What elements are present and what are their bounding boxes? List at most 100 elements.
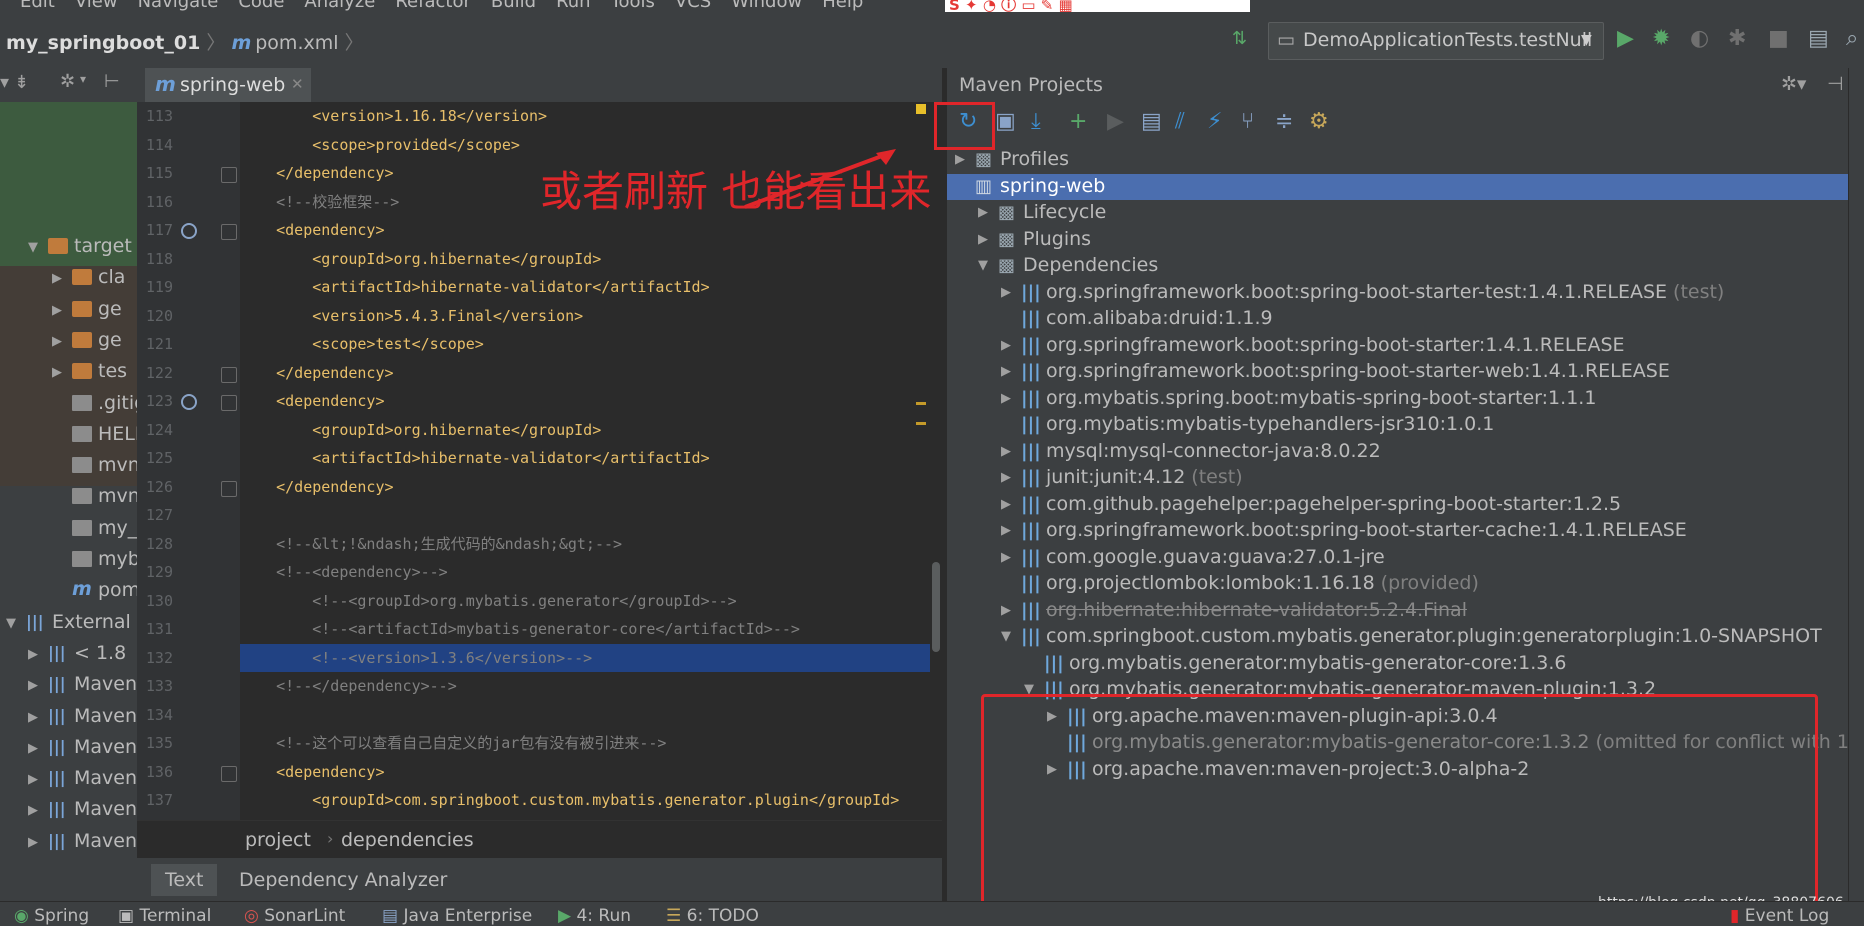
- collapsed-arrow-icon[interactable]: ▶: [1001, 550, 1011, 565]
- tree-item[interactable]: ▶ ||| Maven: [0, 702, 137, 733]
- code-line[interactable]: <version>1.16.18</version>: [240, 102, 942, 130]
- code-line[interactable]: <artifactId>hibernate-validator</artifac…: [240, 444, 942, 472]
- menu-code[interactable]: Code: [238, 0, 284, 12]
- maven-tree-item[interactable]: ▶ ||| org.springframework.boot:spring-boot…: [947, 359, 1864, 386]
- collapse-all-icon[interactable]: ≑: [1275, 109, 1293, 134]
- collapsed-arrow-icon[interactable]: ▶: [1001, 285, 1011, 300]
- tree-item[interactable]: ▶ ge: [0, 295, 137, 326]
- override-icon[interactable]: [181, 394, 197, 410]
- collapsed-arrow-icon[interactable]: ▶: [1001, 364, 1011, 379]
- tree-item[interactable]: ▶ ||| Maven: [0, 795, 137, 826]
- tree-item[interactable]: ▶ ||| Maven: [0, 827, 137, 858]
- sort-icon[interactable]: ⇅: [1232, 28, 1247, 49]
- tool-run[interactable]: ▶ 4: Run: [558, 906, 631, 926]
- code-line[interactable]: <scope>test</scope>: [240, 330, 942, 358]
- collapsed-arrow-icon[interactable]: ▶: [955, 152, 965, 167]
- code-line[interactable]: <groupId>com.springboot.custom.mybatis.g…: [240, 786, 942, 814]
- scrollbar-thumb[interactable]: [932, 562, 940, 652]
- menu-edit[interactable]: Edit: [20, 0, 55, 12]
- collapsed-arrow-icon[interactable]: ▶: [1001, 603, 1011, 618]
- maven-tree-item[interactable]: ▶ ||| org.mybatis.spring.boot:mybatis-spri…: [947, 386, 1864, 413]
- maven-tree-item[interactable]: ▶ ||| com.github.pagehelper:pagehelper-spr…: [947, 492, 1864, 519]
- fold-marker-icon[interactable]: [221, 366, 237, 383]
- menu-view[interactable]: View: [75, 0, 118, 12]
- menu-window[interactable]: Window: [731, 0, 802, 12]
- tab-spring-web[interactable]: m spring-web ✕: [145, 68, 311, 105]
- maven-tree-item[interactable]: ▶ ▩ Profiles: [947, 147, 1864, 174]
- code-line[interactable]: <!--<groupId>org.mybatis.generator</grou…: [240, 587, 942, 615]
- maven-tree-item[interactable]: ▶ ||| mysql:mysql-connector-java:8.0.22: [947, 439, 1864, 466]
- collapsed-arrow-icon[interactable]: ▶: [978, 205, 988, 220]
- collapsed-arrow-icon[interactable]: ▶: [1001, 444, 1011, 459]
- code-line[interactable]: <artifactId>hibernate-validator</artifac…: [240, 273, 942, 301]
- collapsed-arrow-icon[interactable]: ▶: [28, 678, 38, 693]
- collapsed-arrow-icon[interactable]: ▶: [52, 271, 62, 286]
- collapsed-arrow-icon[interactable]: ▶: [28, 835, 38, 850]
- code-line[interactable]: <dependency>: [240, 387, 942, 415]
- expanded-arrow-icon[interactable]: ▼: [28, 240, 38, 255]
- code-line[interactable]: <!--这个可以查看自己自定义的jar包有没有被引进来-->: [240, 729, 942, 757]
- tab-text[interactable]: Text: [151, 864, 218, 896]
- code-line[interactable]: <dependency>: [240, 216, 942, 244]
- menu-help[interactable]: Help: [822, 0, 863, 12]
- code-line[interactable]: </dependency>: [240, 473, 942, 501]
- tab-dependency-analyzer[interactable]: Dependency Analyzer: [225, 864, 461, 896]
- run-icon[interactable]: ▶: [1617, 26, 1634, 51]
- expanded-arrow-icon[interactable]: ▼: [978, 258, 988, 273]
- code-line[interactable]: <version>5.4.3.Final</version>: [240, 302, 942, 330]
- maven-tree-item[interactable]: ||| com.alibaba:druid:1.1.9: [947, 306, 1864, 333]
- maven-tree-item[interactable]: ▶ ||| junit:junit:4.12 (test): [947, 465, 1864, 492]
- collapsed-arrow-icon[interactable]: ▶: [978, 232, 988, 247]
- code-line[interactable]: <!--</dependency>-->: [240, 672, 942, 700]
- fold-marker-icon[interactable]: [221, 167, 237, 183]
- tree-item[interactable]: ▶ ge: [0, 326, 137, 357]
- tree-item[interactable]: ▶ ||| Maven: [0, 670, 137, 701]
- tree-item[interactable]: m pom.x: [0, 576, 157, 607]
- expanded-arrow-icon[interactable]: ▼: [1001, 629, 1011, 644]
- coverage-icon[interactable]: ◐: [1690, 26, 1709, 51]
- tree-item[interactable]: my_sp: [0, 514, 159, 545]
- code-line[interactable]: </dependency>: [240, 359, 942, 387]
- add-icon[interactable]: +: [1069, 109, 1087, 134]
- skip-tests-icon[interactable]: ⚡: [1207, 109, 1222, 134]
- collapsed-arrow-icon[interactable]: ▶: [1001, 338, 1011, 353]
- maven-tree-item[interactable]: ▶ ▩ Plugins: [947, 227, 1864, 254]
- tool-todo[interactable]: ☰ 6: TODO: [666, 906, 759, 926]
- collapsed-arrow-icon[interactable]: ▶: [52, 303, 62, 318]
- collapsed-arrow-icon[interactable]: ▶: [28, 647, 38, 662]
- collapsed-arrow-icon[interactable]: ▶: [28, 803, 38, 818]
- maven-tree-item[interactable]: ▶ ||| org.springframework.boot:spring-boot…: [947, 518, 1864, 545]
- code-line[interactable]: <groupId>org.hibernate</groupId>: [240, 245, 942, 273]
- tree-item[interactable]: HELP.: [0, 420, 149, 451]
- code-line[interactable]: <groupId>org.hibernate</groupId>: [240, 416, 942, 444]
- menu-analyze[interactable]: Analyze: [304, 0, 375, 12]
- debug-icon[interactable]: ✹: [1652, 26, 1670, 51]
- tree-item[interactable]: ▼ ||| External I: [0, 608, 142, 639]
- collapsed-arrow-icon[interactable]: ▶: [1001, 497, 1011, 512]
- download-icon[interactable]: ⤓: [1031, 109, 1041, 134]
- tree-item[interactable]: ▶ ||| Maven: [0, 733, 137, 764]
- menu-vcs[interactable]: VCS: [675, 0, 711, 12]
- tree-item[interactable]: mvnw: [0, 482, 155, 513]
- maven-tree-item[interactable]: ||| org.mybatis.generator:mybatis-generat…: [947, 651, 1864, 678]
- run-configuration-select[interactable]: ▭ DemoApplicationTests.testNull ▼: [1268, 22, 1604, 60]
- code-line[interactable]: <!--<artifactId>mybatis-generator-core</…: [240, 615, 942, 643]
- fold-marker-icon[interactable]: [221, 224, 237, 240]
- collapsed-arrow-icon[interactable]: ▶: [28, 741, 38, 756]
- tree-item[interactable]: .gitign: [0, 389, 158, 420]
- tool-sonarlint[interactable]: ◎ SonarLint: [244, 906, 345, 926]
- code-line[interactable]: [240, 701, 942, 729]
- run-goal-icon[interactable]: ▶: [1107, 109, 1124, 134]
- menu-run[interactable]: Run: [556, 0, 591, 12]
- toggle-offline-icon[interactable]: ⫽: [1175, 109, 1185, 134]
- generate-sources-icon[interactable]: ▣: [995, 109, 1016, 134]
- xml-breadcrumb-dependencies[interactable]: dependencies: [341, 829, 474, 851]
- code-line[interactable]: [240, 501, 942, 529]
- expanded-arrow-icon[interactable]: ▼: [6, 616, 16, 631]
- fold-marker-icon[interactable]: [221, 395, 237, 411]
- fold-marker-icon[interactable]: [221, 765, 237, 782]
- show-dependencies-icon[interactable]: ⑂: [1241, 109, 1254, 134]
- maven-tree-item[interactable]: ▼ ▩ Dependencies: [947, 253, 1864, 280]
- maven-tree-item[interactable]: ▼ ||| com.springboot.custom.mybatis.genera…: [947, 624, 1864, 651]
- code-line[interactable]: <dependency>: [240, 758, 942, 786]
